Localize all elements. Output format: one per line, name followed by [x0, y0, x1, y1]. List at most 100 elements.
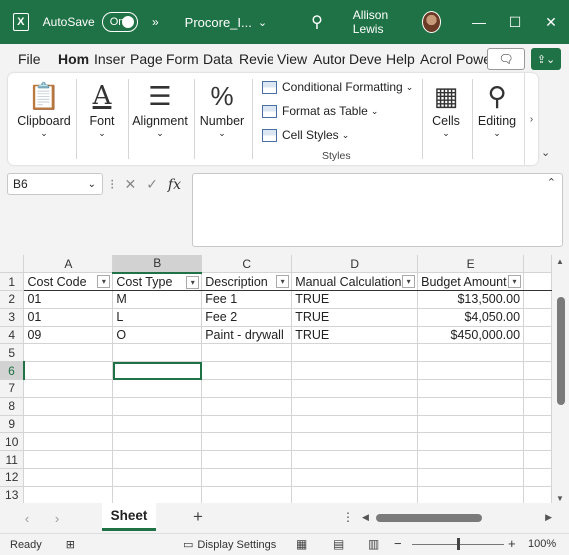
add-sheet-icon[interactable]: +	[193, 507, 203, 527]
minimize-icon[interactable]: —	[461, 14, 497, 31]
row-header[interactable]: 3	[0, 308, 25, 327]
filter-dropdown-icon[interactable]: ▾	[97, 275, 111, 289]
row-header[interactable]: 10	[0, 432, 25, 452]
cell[interactable]	[291, 432, 419, 452]
autosave-toggle[interactable]: On	[101, 12, 138, 32]
filter-dropdown-icon[interactable]: ▾	[186, 275, 200, 289]
enter-icon[interactable]: ✓	[146, 176, 158, 193]
cell[interactable]: $450,000.00	[417, 326, 525, 345]
cell[interactable]	[523, 343, 552, 363]
cell-styles-button[interactable]: Cell Styles ⌄	[262, 128, 349, 142]
avatar[interactable]	[421, 11, 441, 33]
horizontal-scrollbar[interactable]: ◀ ▶	[362, 512, 552, 524]
tab-data[interactable]: Data	[199, 51, 235, 67]
cell[interactable]	[523, 326, 552, 345]
cell[interactable]	[291, 343, 419, 363]
cell[interactable]	[417, 486, 525, 503]
tab-insert[interactable]: Inser	[90, 51, 126, 67]
cell[interactable]	[291, 450, 419, 470]
active-cell[interactable]	[112, 361, 203, 381]
page-break-view-icon[interactable]: ▥	[368, 537, 379, 551]
cell[interactable]	[201, 343, 293, 363]
display-settings-button[interactable]: ▭ Display Settings	[183, 538, 276, 552]
cell[interactable]	[112, 415, 203, 434]
cell[interactable]	[201, 450, 293, 470]
cell[interactable]	[291, 468, 419, 487]
vertical-scrollbar[interactable]: ▲ ▼	[553, 255, 569, 503]
cell[interactable]	[112, 450, 203, 470]
select-all-corner[interactable]	[0, 255, 25, 274]
cell[interactable]	[523, 361, 552, 381]
cell[interactable]	[23, 343, 114, 363]
tab-review[interactable]: Revie	[235, 51, 273, 67]
cell[interactable]: TRUE	[291, 326, 419, 345]
tab-developer[interactable]: Devel	[345, 51, 382, 67]
cell[interactable]	[23, 432, 114, 452]
tab-home[interactable]: Hom	[54, 51, 90, 67]
cell[interactable]	[291, 415, 419, 434]
scroll-up-icon[interactable]: ▲	[556, 257, 564, 266]
cell[interactable]: TRUE	[291, 290, 419, 309]
cell[interactable]	[523, 397, 552, 416]
column-header[interactable]: C	[201, 255, 293, 274]
cell[interactable]	[201, 432, 293, 452]
format-as-table-button[interactable]: Format as Table ⌄	[262, 104, 378, 118]
editing-group[interactable]: ⚲ Editing ⌄	[474, 73, 520, 165]
cell[interactable]	[23, 486, 114, 503]
maximize-icon[interactable]: ☐	[497, 14, 533, 31]
cell[interactable]: Fee 1	[201, 290, 293, 309]
cell[interactable]	[417, 343, 525, 363]
filter-dropdown-icon[interactable]: ▾	[402, 275, 416, 289]
cell[interactable]	[201, 468, 293, 487]
user-name[interactable]: Allison Lewis	[353, 8, 412, 36]
search-icon[interactable]: ⚲	[311, 12, 323, 32]
cell[interactable]	[201, 397, 293, 416]
row-header[interactable]: 5	[0, 343, 25, 363]
cell[interactable]	[201, 379, 293, 398]
row-header[interactable]: 7	[0, 379, 25, 398]
table-header-cell[interactable]: Description ▾	[201, 272, 293, 292]
row-header[interactable]: 12	[0, 468, 25, 487]
worksheet-grid[interactable]: A B C D E 1 Cost Code ▾ Cost Type ▾ Descri…	[0, 255, 552, 503]
cells-group[interactable]: ▦ Cells ⌄	[424, 73, 468, 165]
scroll-thumb[interactable]	[557, 297, 565, 405]
chevron-right-icon[interactable]: ›	[42, 511, 72, 526]
conditional-formatting-button[interactable]: Conditional Formatting ⌄	[262, 80, 413, 94]
table-header-cell[interactable]: Cost Code ▾	[23, 272, 114, 292]
cell[interactable]	[417, 379, 525, 398]
cell[interactable]	[417, 468, 525, 487]
collapse-ribbon-icon[interactable]: ⌄	[541, 146, 550, 159]
clipboard-group[interactable]: 📋 Clipboard ⌄	[12, 73, 76, 165]
cell[interactable]	[201, 486, 293, 503]
cell[interactable]	[523, 272, 552, 292]
cell[interactable]: 01	[23, 290, 114, 309]
cell[interactable]: M	[112, 290, 203, 309]
cell[interactable]	[201, 361, 293, 381]
table-header-cell[interactable]: Cost Type ▾	[112, 272, 203, 292]
chevron-down-icon[interactable]: ⌄	[258, 16, 267, 29]
tab-automate[interactable]: Autor	[309, 51, 345, 67]
row-header[interactable]: 13	[0, 486, 25, 503]
filter-dropdown-icon[interactable]: ▾	[276, 275, 290, 289]
zoom-out-icon[interactable]: −	[394, 536, 402, 551]
scroll-left-icon[interactable]: ◀	[362, 512, 369, 523]
scroll-right-icon[interactable]: ▶	[545, 512, 552, 523]
cell[interactable]	[112, 486, 203, 503]
row-header[interactable]: 11	[0, 450, 25, 470]
cell[interactable]: $13,500.00	[417, 290, 525, 309]
cell[interactable]	[23, 415, 114, 434]
tab-formulas[interactable]: Form	[162, 51, 199, 67]
cell[interactable]: 09	[23, 326, 114, 345]
column-header[interactable]	[523, 255, 552, 274]
cell[interactable]: 01	[23, 308, 114, 327]
cell[interactable]	[417, 450, 525, 470]
row-header[interactable]: 9	[0, 415, 25, 434]
row-header[interactable]: 2	[0, 290, 25, 309]
cell[interactable]	[112, 432, 203, 452]
table-header-cell[interactable]: Budget Amount ▾	[417, 272, 525, 292]
cell[interactable]: Fee 2	[201, 308, 293, 327]
more-icon[interactable]: ⋮	[342, 510, 354, 524]
cell[interactable]	[112, 397, 203, 416]
cell[interactable]: $4,050.00	[417, 308, 525, 327]
cell[interactable]: Paint - drywall	[201, 326, 293, 345]
